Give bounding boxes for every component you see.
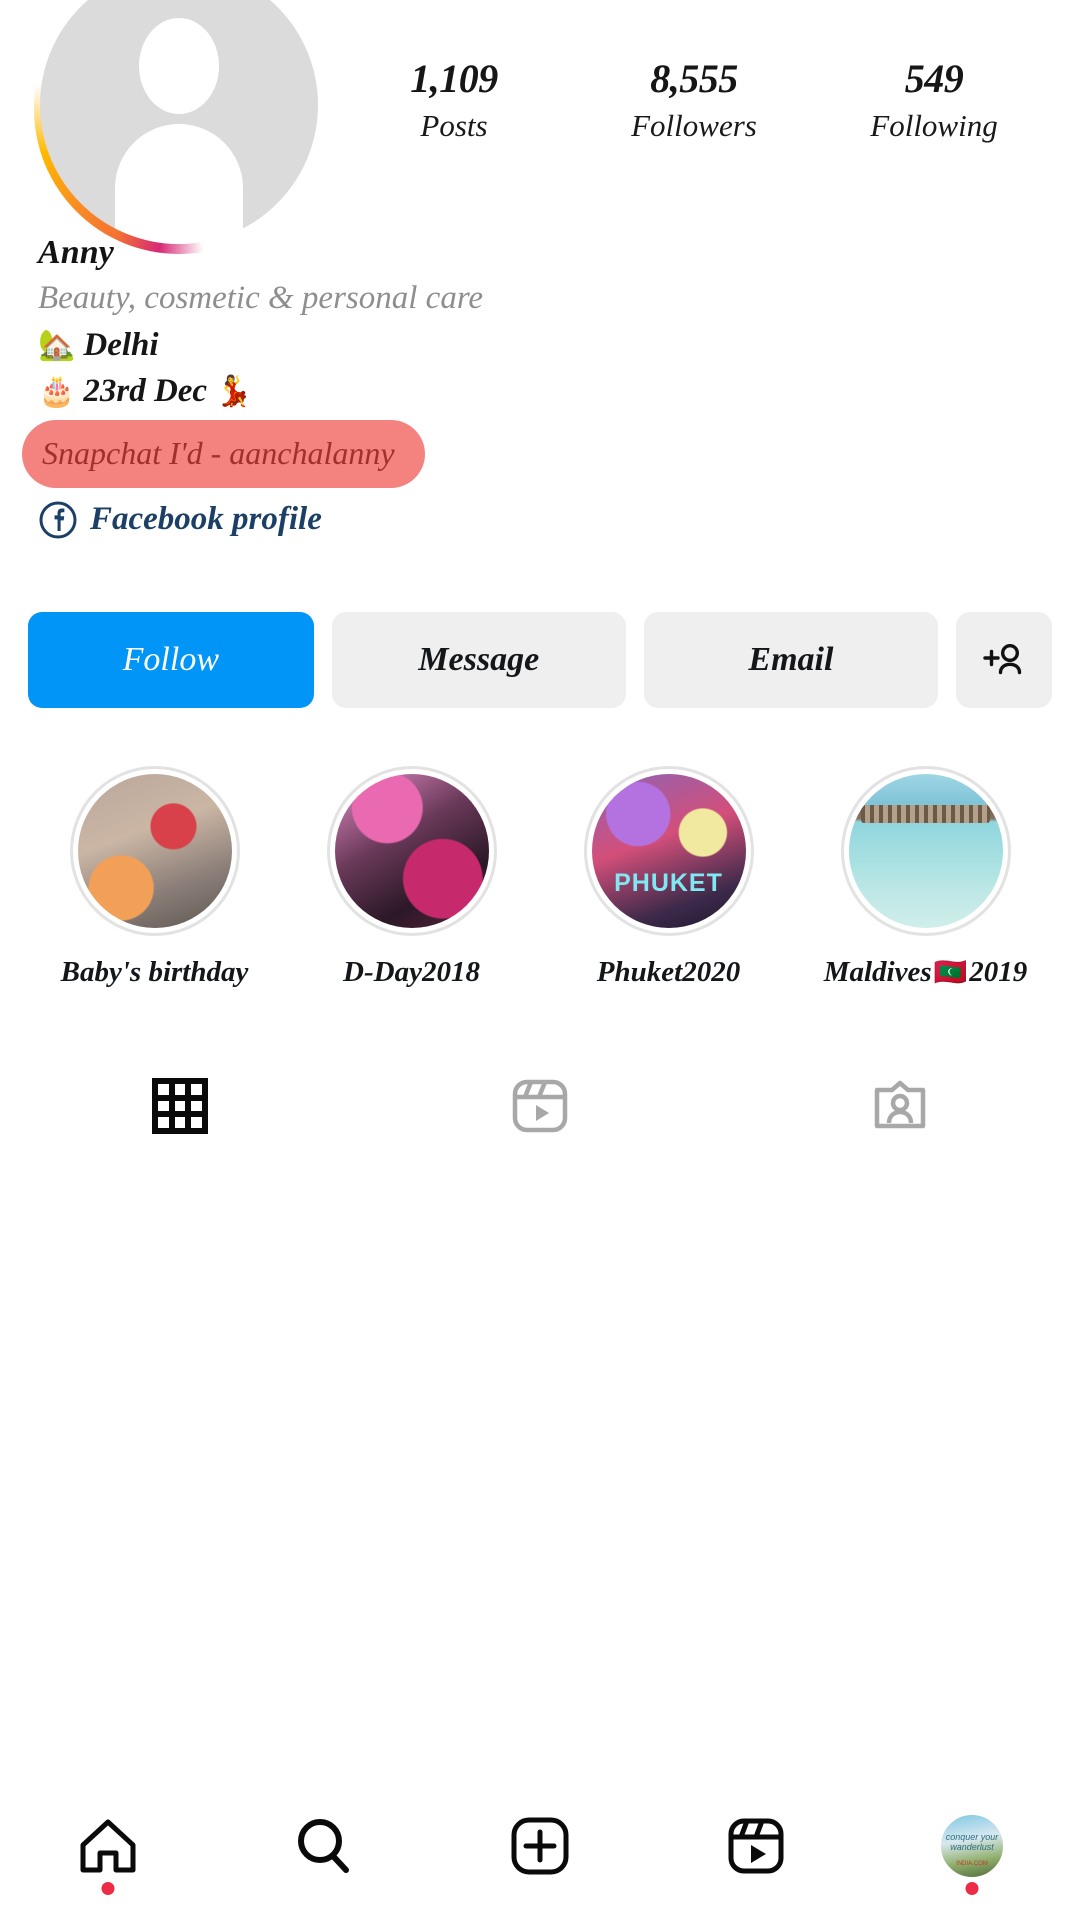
tab-reels[interactable] (360, 1054, 720, 1158)
highlight-thumbnail: PHUKET (591, 773, 746, 928)
person-placeholder-icon (139, 18, 219, 114)
highlight-ring (326, 765, 497, 936)
stat-followers[interactable]: 8,555 Followers (574, 56, 814, 146)
highlight-thumbnail (848, 773, 1003, 928)
follow-button[interactable]: Follow (28, 611, 314, 708)
avatar-text: conquer your wanderlust (945, 1832, 999, 1852)
bio-location-line: 🏡 Delhi (38, 324, 1080, 368)
avatar-subtext: INDIA.COM (956, 1860, 988, 1867)
posts-label: Posts (420, 108, 488, 143)
highlight-ring (69, 765, 240, 936)
highlight-ring (840, 765, 1011, 936)
nav-home[interactable] (0, 1771, 216, 1920)
dancer-icon: 💃 (215, 374, 253, 410)
profile-avatar-container[interactable] (34, 0, 324, 254)
bio-location-text: Delhi (83, 326, 159, 363)
add-person-button[interactable] (956, 611, 1052, 708)
nav-create[interactable] (432, 1771, 648, 1920)
highlight-label: Phuket2020 (596, 955, 741, 988)
profile-stats: 1,109 Posts 8,555 Followers 549 Followin… (324, 56, 1080, 146)
stat-following[interactable]: 549 Following (814, 56, 1080, 146)
profile-badge-dot (965, 1881, 979, 1895)
following-label: Following (870, 108, 998, 143)
highlight-d-day-2018[interactable]: D-Day2018 (283, 765, 540, 989)
message-button[interactable]: Message (331, 611, 626, 708)
posts-grid-empty (0, 1157, 1080, 1770)
highlight-label: Maldives 🇲🇻 2019 (823, 955, 1028, 989)
following-count: 549 (904, 56, 964, 101)
profile-actions: Follow Message Email (0, 611, 1080, 708)
profile-header: 1,109 Posts 8,555 Followers 549 Followin… (0, 0, 1080, 254)
tab-tagged[interactable] (720, 1054, 1080, 1158)
facebook-profile-link[interactable]: Facebook profile (38, 500, 1080, 540)
plus-box-icon (511, 1817, 569, 1874)
bio-snapchat-row: Snapchat I'd - aanchalanny (22, 419, 1080, 488)
highlight-phuket-2020[interactable]: PHUKET Phuket2020 (540, 765, 797, 989)
highlight-thumbnail (334, 773, 489, 928)
grid-icon (152, 1077, 208, 1134)
highlight-thumbnail (77, 773, 232, 928)
highlight-overlay-text: PHUKET (614, 868, 723, 897)
highlight-ring: PHUKET (583, 765, 754, 936)
story-highlights: Baby's birthday D-Day2018 PHUKET Phuket2… (0, 765, 1080, 989)
search-icon (298, 1818, 349, 1873)
tagged-icon (874, 1080, 926, 1129)
nav-search[interactable] (216, 1771, 432, 1920)
bottom-navigation: conquer your wanderlust INDIA.COM (0, 1770, 1080, 1920)
house-icon: 🏡 (38, 327, 76, 363)
pier-decoration (860, 804, 991, 824)
bio-birthday-line: 🎂 23rd Dec 💃 (38, 370, 1080, 414)
profile-bio: Anny Beauty, cosmetic & personal care 🏡 … (0, 232, 1080, 540)
profile-avatar-icon: conquer your wanderlust INDIA.COM (939, 1812, 1005, 1879)
snapchat-highlight[interactable]: Snapchat I'd - aanchalanny (22, 419, 425, 488)
cake-icon: 🎂 (38, 374, 76, 410)
tab-grid[interactable] (0, 1054, 360, 1158)
followers-label: Followers (631, 108, 757, 143)
profile-tabs (0, 1052, 1080, 1158)
profile-category: Beauty, cosmetic & personal care (38, 280, 484, 317)
followers-count: 8,555 (650, 56, 738, 101)
email-button[interactable]: Email (643, 611, 938, 708)
facebook-profile-label: Facebook profile (90, 501, 322, 538)
bio-birthday-text: 23rd Dec (83, 373, 208, 410)
home-badge-dot (101, 1881, 115, 1895)
highlight-maldives-2019[interactable]: Maldives 🇲🇻 2019 (797, 765, 1054, 989)
reels-icon (728, 1818, 784, 1873)
nav-reels[interactable] (648, 1771, 864, 1920)
nav-profile[interactable]: conquer your wanderlust INDIA.COM (864, 1771, 1080, 1920)
highlight-label: Baby's birthday (60, 955, 249, 988)
facebook-icon (39, 501, 77, 539)
reels-icon (512, 1079, 568, 1133)
add-person-icon (983, 643, 1022, 674)
posts-count: 1,109 (410, 56, 498, 101)
highlight-baby-birthday[interactable]: Baby's birthday (26, 765, 283, 989)
home-icon (80, 1819, 136, 1872)
highlight-label: D-Day2018 (343, 955, 480, 988)
instagram-profile-screen: 1,109 Posts 8,555 Followers 549 Followin… (0, 0, 1080, 1920)
stat-posts[interactable]: 1,109 Posts (334, 56, 574, 146)
maldives-flag-icon: 🇲🇻 (933, 957, 968, 989)
